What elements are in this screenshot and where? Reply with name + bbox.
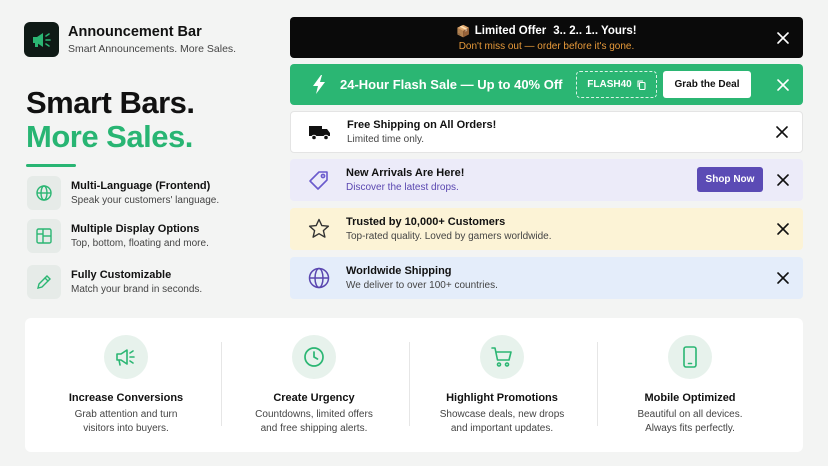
- feature-customizable: Fully Customizable Match your brand in s…: [27, 265, 202, 299]
- hero-underline: [26, 164, 76, 167]
- phone-icon: [668, 335, 712, 379]
- feature-display-options: Multiple Display Options Top, bottom, fl…: [27, 219, 209, 253]
- globe-icon: [307, 266, 331, 290]
- close-icon[interactable]: [776, 271, 790, 285]
- benefit-description-line: Showcase deals, new drops: [439, 409, 565, 420]
- tag-icon: [307, 168, 331, 192]
- benefit-description-line: Beautiful on all devices.: [637, 409, 743, 420]
- bar-subtitle: Top-rated quality. Loved by gamers world…: [346, 231, 552, 242]
- benefit-description-line: Countdowns, limited offers: [255, 409, 373, 420]
- truck-icon: [308, 120, 332, 144]
- benefit-increase-conversions: Increase Conversions Grab attention and …: [32, 318, 220, 452]
- flash-sale-bar[interactable]: 24-Hour Flash Sale — Up to 40% Off FLASH…: [290, 64, 803, 105]
- free-shipping-bar[interactable]: Free Shipping on All Orders! Limited tim…: [290, 111, 803, 153]
- cart-icon: [480, 335, 524, 379]
- benefit-description-line: Always fits perfectly.: [645, 423, 735, 434]
- feature-subtitle: Top, bottom, floating and more.: [71, 238, 209, 249]
- close-icon[interactable]: [776, 78, 790, 92]
- trusted-customers-bar[interactable]: Trusted by 10,000+ Customers Top-rated q…: [290, 208, 803, 250]
- bar-title: Trusted by 10,000+ Customers: [346, 216, 506, 228]
- feature-multi-language: Multi-Language (Frontend) Speak your cus…: [27, 176, 219, 210]
- benefit-description-line: visitors into buyers.: [83, 423, 169, 434]
- bar-title: Free Shipping on All Orders!: [347, 119, 497, 131]
- feature-title: Multiple Display Options: [71, 223, 200, 235]
- countdown-text: 3.. 2.. 1.. Yours!: [553, 24, 637, 37]
- close-icon[interactable]: [776, 31, 790, 45]
- brand-subtitle: Smart Announcements. More Sales.: [68, 43, 237, 55]
- feature-title: Multi-Language (Frontend): [71, 180, 211, 192]
- feature-title: Fully Customizable: [71, 269, 172, 281]
- close-icon[interactable]: [776, 173, 790, 187]
- new-arrivals-bar[interactable]: New Arrivals Are Here! Discover the late…: [290, 159, 803, 201]
- bar-subtitle: We deliver to over 100+ countries.: [346, 280, 498, 291]
- shop-now-button[interactable]: Shop Now: [697, 167, 763, 192]
- coupon-code-box[interactable]: FLASH40: [576, 71, 657, 98]
- megaphone-icon: [104, 335, 148, 379]
- benefit-description-line: and important updates.: [450, 423, 554, 434]
- benefit-description-line: Grab attention and turn: [74, 409, 178, 420]
- coupon-code: FLASH40: [587, 79, 632, 90]
- pen-icon: [27, 265, 61, 299]
- layout-icon: [27, 219, 61, 253]
- benefit-title: Highlight Promotions: [446, 392, 558, 404]
- brand-title: Announcement Bar: [68, 24, 202, 40]
- countdown-announcement-bar[interactable]: 📦 Limited Offer 3.. 2.. 1.. Yours! Don't…: [290, 17, 803, 58]
- star-icon: [307, 217, 331, 241]
- brand: Announcement Bar Smart Announcements. Mo…: [24, 22, 236, 57]
- countdown-title: Limited Offer: [474, 24, 547, 37]
- countdown-headline: 📦 Limited Offer 3.. 2.. 1.. Yours!: [456, 24, 636, 38]
- globe-icon: [27, 176, 61, 210]
- benefit-description-line: and free shipping alerts.: [260, 423, 368, 434]
- benefit-mobile-optimized: Mobile Optimized Beautiful on all device…: [596, 318, 784, 452]
- bar-subtitle: Limited time only.: [347, 134, 425, 145]
- hero-heading: Smart Bars. More Sales.: [26, 86, 195, 167]
- hero-line-1: Smart Bars.: [26, 85, 195, 120]
- benefit-title: Create Urgency: [273, 392, 355, 404]
- worldwide-shipping-bar[interactable]: Worldwide Shipping We deliver to over 10…: [290, 257, 803, 299]
- bar-subtitle: Discover the latest drops.: [346, 182, 459, 193]
- benefit-title: Increase Conversions: [68, 392, 184, 404]
- countdown-subtitle: Don't miss out — order before it's gone.: [458, 40, 635, 52]
- benefit-highlight-promotions: Highlight Promotions Showcase deals, new…: [408, 318, 596, 452]
- benefit-create-urgency: Create Urgency Countdowns, limited offer…: [220, 318, 408, 452]
- benefit-title: Mobile Optimized: [644, 392, 736, 404]
- lightning-icon: [313, 75, 325, 94]
- grab-deal-button[interactable]: Grab the Deal: [663, 71, 751, 98]
- copy-icon[interactable]: [637, 79, 646, 90]
- feature-subtitle: Speak your customers' language.: [71, 195, 220, 206]
- flash-sale-title: 24-Hour Flash Sale — Up to 40% Off: [340, 77, 563, 92]
- close-icon[interactable]: [775, 125, 789, 139]
- close-icon[interactable]: [776, 222, 790, 236]
- clock-icon: [292, 335, 336, 379]
- bar-title: Worldwide Shipping: [346, 265, 452, 277]
- bar-title: New Arrivals Are Here!: [346, 167, 465, 179]
- benefits-panel: Increase Conversions Grab attention and …: [25, 318, 803, 452]
- megaphone-icon: [24, 22, 59, 57]
- feature-subtitle: Match your brand in seconds.: [71, 284, 203, 295]
- hero-line-2: More Sales.: [26, 119, 193, 154]
- package-icon: 📦: [456, 23, 471, 38]
